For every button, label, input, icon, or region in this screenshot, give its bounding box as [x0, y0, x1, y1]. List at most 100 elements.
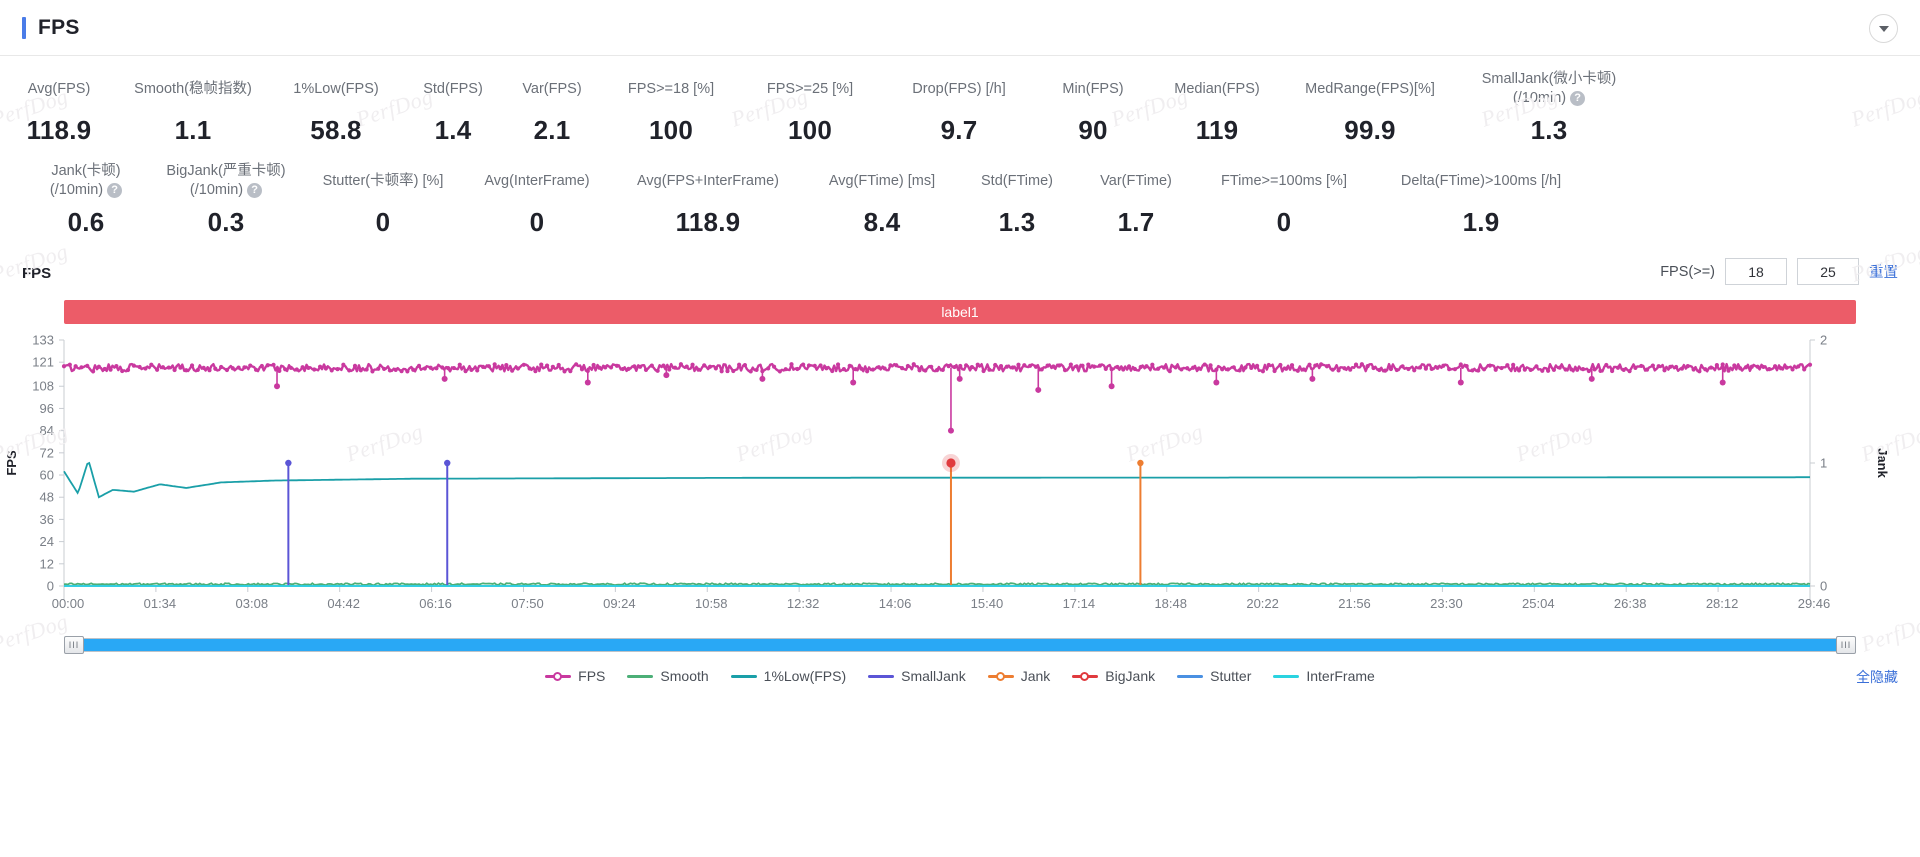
- metric-label-text: MedRange(FPS)[%]: [1305, 80, 1435, 97]
- data-point: [1732, 363, 1737, 368]
- data-point: [1121, 367, 1126, 372]
- data-point: [480, 364, 486, 369]
- data-point: [463, 368, 468, 374]
- help-icon[interactable]: ?: [107, 182, 123, 198]
- data-point: [1033, 364, 1039, 369]
- data-point: [306, 365, 311, 371]
- data-point: [1062, 368, 1068, 373]
- scene-label-banner[interactable]: label1: [64, 300, 1856, 324]
- data-point: [1412, 368, 1417, 373]
- metric-label-subtext: (/10min): [49, 182, 104, 198]
- series-smooth[interactable]: [63, 582, 1811, 587]
- data-point: [312, 367, 317, 372]
- y-tick-label: 36: [40, 512, 54, 527]
- data-point: [1656, 364, 1661, 369]
- x-tick-label: 20:22: [1246, 596, 1279, 611]
- series-jank[interactable]: [947, 459, 1144, 586]
- metric-avg-ftime-ms: Avg(FTime) [ms] 8.4: [806, 162, 958, 238]
- data-point: [1313, 363, 1318, 368]
- y-tick-label: 108: [32, 379, 54, 394]
- legend-item-bigjank[interactable]: BigJank: [1072, 668, 1155, 684]
- data-point: [172, 367, 177, 373]
- data-point: [1714, 363, 1719, 368]
- data-point: [1487, 363, 1492, 368]
- fps-report-page: FPS Avg(FPS) 118.9 Smooth(稳帧指数) 1.1 1%Low(FP…: [0, 0, 1920, 857]
- fps-threshold-high-input[interactable]: [1797, 258, 1859, 285]
- time-range-scrollbar[interactable]: III III: [64, 636, 1856, 654]
- metric-label-sub: (/10min)?: [1458, 89, 1640, 108]
- data-point: [975, 362, 980, 367]
- data-point: [993, 362, 998, 368]
- metric-value: 1.1: [174, 115, 212, 145]
- legend-item-interframe[interactable]: InterFrame: [1273, 668, 1375, 684]
- hide-all-series-link[interactable]: 全隐藏: [1856, 667, 1898, 687]
- range-track[interactable]: [64, 638, 1856, 652]
- data-point: [597, 365, 602, 370]
- x-tick-label: 03:08: [236, 596, 269, 611]
- metric-label-text: Avg(InterFrame): [484, 172, 590, 189]
- data-point: [248, 363, 253, 368]
- fps-threshold-label: FPS(>=): [1660, 263, 1715, 280]
- data-point: [1342, 366, 1347, 371]
- data-point: [946, 363, 951, 369]
- metric-label-sub: (/10min)?: [154, 181, 298, 200]
- legend-item-smalljank[interactable]: SmallJank: [868, 668, 966, 684]
- data-point: [178, 365, 183, 370]
- help-icon[interactable]: ?: [1570, 90, 1586, 106]
- metric-label-subtext: (/10min): [1512, 90, 1567, 106]
- legend-item-1%low-fps[interactable]: 1%Low(FPS): [730, 668, 847, 684]
- data-point: [166, 365, 171, 370]
- metric-label-text: Var(FPS): [522, 80, 582, 97]
- series-1%low-fps[interactable]: [63, 461, 1810, 499]
- metrics-row-1: Avg(FPS) 118.9 Smooth(稳帧指数) 1.1 1%Low(FPS) 58…: [0, 70, 1920, 146]
- fps-plot[interactable]: 0 12 24 36 48 60 72 84 96 108 121 133 0 1 2 FPS Jank 00:0…: [0, 332, 1920, 632]
- data-point: [1324, 364, 1330, 369]
- data-point: [1388, 366, 1394, 372]
- dip-point: [1457, 379, 1464, 386]
- metric-label: Delta(FTime)>100ms [/h]: [1401, 162, 1561, 200]
- data-point: [754, 367, 759, 373]
- metric-label: Var(FTime): [1100, 162, 1172, 200]
- legend-item-fps[interactable]: FPS: [545, 668, 605, 684]
- help-icon[interactable]: ?: [247, 182, 263, 198]
- metric-value: 0.3: [207, 207, 245, 237]
- selected-point[interactable]: [941, 454, 960, 472]
- data-point: [1353, 362, 1359, 367]
- metric-bigjank: BigJank(严重卡顿) (/10min)? 0.3: [150, 162, 302, 238]
- data-point: [1522, 367, 1527, 372]
- legend-item-jank[interactable]: Jank: [987, 668, 1050, 684]
- data-point: [1161, 365, 1167, 370]
- data-point: [1167, 369, 1172, 374]
- data-point: [1592, 367, 1597, 372]
- data-point: [1330, 367, 1335, 372]
- data-point: [958, 363, 963, 369]
- series-fps[interactable]: [61, 362, 1813, 434]
- legend-color-swatch: [1072, 671, 1099, 681]
- data-point: [1610, 368, 1615, 374]
- fps-threshold-low-input[interactable]: [1725, 258, 1787, 285]
- y-tick-label: 12: [40, 556, 54, 571]
- fps-plot-svg[interactable]: 01224364860728496108121133012FPS Jank00:0…: [0, 332, 1920, 632]
- data-point: [1505, 363, 1510, 368]
- data-point: [341, 362, 346, 367]
- metric-avg-fps: Avg(FPS) 118.9: [0, 70, 118, 146]
- data-point: [1662, 368, 1667, 373]
- legend-label: 1%Low(FPS): [763, 668, 847, 684]
- data-point: [853, 366, 858, 372]
- range-handle-right[interactable]: III: [1836, 636, 1856, 654]
- legend-item-stutter[interactable]: Stutter: [1177, 668, 1251, 684]
- metric-label: BigJank(严重卡顿) (/10min)?: [154, 162, 298, 200]
- legend-item-smooth[interactable]: Smooth: [627, 668, 709, 684]
- dip-point: [850, 379, 857, 386]
- range-handle-left[interactable]: III: [64, 636, 84, 654]
- data-point: [719, 369, 724, 374]
- collapse-panel-button[interactable]: [1869, 14, 1898, 43]
- data-point: [876, 365, 881, 370]
- data-point: [556, 362, 561, 368]
- dip-point: [956, 375, 963, 382]
- data-point: [568, 369, 573, 374]
- data-point: [591, 362, 596, 368]
- metric-label-text: Avg(FTime) [ms]: [828, 172, 936, 189]
- reset-threshold-link[interactable]: 重置: [1869, 261, 1898, 282]
- data-point: [184, 368, 189, 373]
